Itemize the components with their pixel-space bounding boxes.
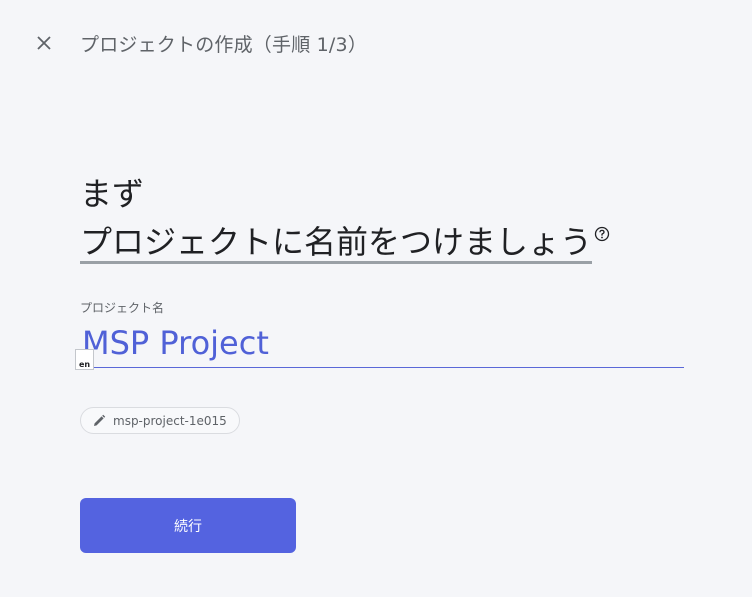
help-circle-icon[interactable]	[594, 226, 610, 242]
continue-button[interactable]: 続行	[80, 498, 296, 553]
page-title: プロジェクトの作成（手順 1/3）	[80, 34, 368, 56]
project-name-input[interactable]	[80, 318, 684, 368]
pencil-icon	[94, 414, 106, 426]
heading-line1: まず	[80, 175, 145, 213]
heading-line2: プロジェクトに名前をつけましょう	[80, 218, 610, 266]
heading-underlined-text: プロジェクトに名前をつけましょう	[80, 223, 593, 264]
create-project-page: プロジェクトの作成（手順 1/3） まず プロジェクトに名前をつけましょう プロ…	[0, 0, 752, 597]
heading: まず プロジェクトに名前をつけましょう	[80, 170, 610, 266]
project-id-chip[interactable]: msp-project-1e015	[80, 407, 240, 434]
heading-project-term[interactable]: プロジェクト	[80, 223, 272, 261]
ime-indicator: en	[75, 349, 94, 370]
heading-rest: に名前をつけましょう	[272, 223, 593, 261]
project-id-text: msp-project-1e015	[113, 413, 227, 428]
close-icon	[37, 36, 51, 50]
close-button[interactable]	[28, 27, 60, 59]
project-name-label: プロジェクト名	[80, 301, 165, 315]
ime-indicator-text: en	[78, 360, 91, 369]
